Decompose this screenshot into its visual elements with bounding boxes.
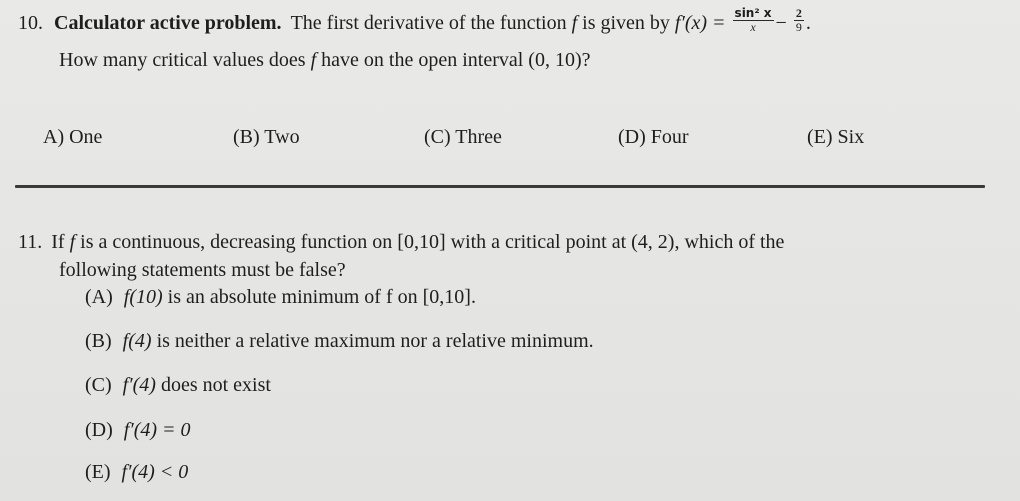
q11-choice-a-letter: (A) [85,286,113,308]
q11-choice-b-math: f(4) [122,330,152,352]
q11-choice-b-text: is neither a relative maximum nor a rela… [156,330,594,352]
q11-choice-a[interactable]: (A) f(10) is an absolute minimum of f on… [85,285,476,309]
q11-choice-d-letter: (D) [85,419,113,441]
q11-choice-c-math: f′(4) [122,374,156,396]
q11-choice-a-text: is an absolute minimum of f on [0,10]. [167,286,476,308]
q10-fprime: f′(x) = [674,12,726,35]
q11-choice-e-letter: (E) [85,461,111,483]
q11-choice-c-text: does not exist [160,374,271,396]
q10-line2: How many critical values does f have on … [59,48,591,72]
q11-choice-c[interactable]: (C) f′(4) does not exist [85,373,271,397]
q10-frac1-num: sin² x [732,6,774,21]
q11-choice-a-math: f(10) [123,286,163,308]
q10-frac2-num: 2 [793,6,804,21]
q11-f: f [69,231,76,253]
q11-number: 11. [18,231,43,253]
q11-choice-b[interactable]: (B) f(4) is neither a relative maximum n… [85,329,594,353]
q11-choice-d-math: f′(4) = 0 [123,419,191,441]
q10-line2-f: f [310,49,317,71]
q10-line2-post: have on the open interval (0, 10)? [321,49,591,71]
q11-choice-e[interactable]: (E) f′(4) < 0 [85,460,188,484]
q10-f: f [571,12,578,35]
q10-choice-d[interactable]: (D) Four [618,125,689,149]
q11-line1-post: is a continuous, decreasing function on … [80,231,785,253]
q11-choice-d[interactable]: (D) f′(4) = 0 [85,418,191,442]
q11-line1: 11. If f is a continuous, decreasing fun… [18,230,784,254]
q10-choice-c[interactable]: (C) Three [424,125,502,149]
q10-period: . [805,12,811,35]
q10-fraction-2-9: 2 9 [793,6,804,34]
q10-minus: − [775,12,787,35]
q10-number: 10. [18,12,43,35]
q11-choice-e-math: f′(4) < 0 [121,461,189,483]
q10-choice-a[interactable]: A) One [43,125,102,149]
q10-choice-b[interactable]: (B) Two [233,125,300,149]
q10-frac2-den: 9 [795,20,802,34]
section-divider [15,185,985,188]
q10-line1: 10. Calculator active problem. The first… [18,7,811,38]
q10-text-mid: is given by [582,12,670,35]
q10-frac1-den: x [750,20,756,34]
q10-line2-pre: How many critical values does [59,49,306,71]
q11-line1-pre: If [51,231,65,253]
q11-choice-b-letter: (B) [85,330,112,352]
q10-choice-e[interactable]: (E) Six [807,125,864,149]
q10-text-before: The first derivative of the function [290,12,567,35]
q10-lead: Calculator active problem. [54,12,282,35]
q11-line2: following statements must be false? [59,259,346,281]
q10-fraction-sin: sin² x x [732,6,774,34]
q11-choice-c-letter: (C) [85,374,112,396]
